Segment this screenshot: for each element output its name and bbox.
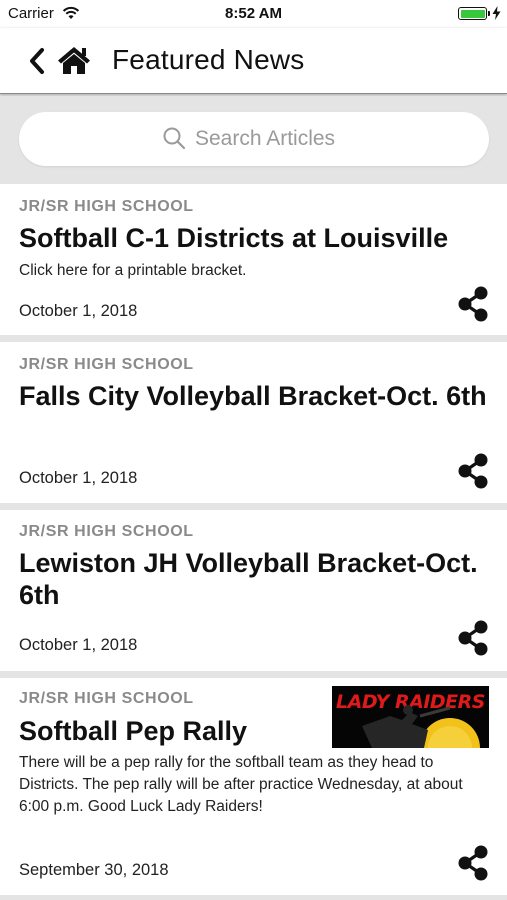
article-date: September 30, 2018	[19, 861, 169, 879]
thumbnail-graphic	[362, 705, 480, 748]
article-card[interactable]: JR/SR HIGH SCHOOL Softball C-1 Districts…	[0, 184, 507, 335]
article-date: October 1, 2018	[19, 469, 138, 487]
article-category: JR/SR HIGH SCHOOL	[19, 356, 194, 373]
article-date: October 1, 2018	[19, 636, 138, 654]
article-thumbnail[interactable]: LADY RAIDERS	[332, 686, 489, 748]
article-category: JR/SR HIGH SCHOOL	[19, 198, 194, 215]
search-section	[0, 96, 507, 184]
share-icon[interactable]	[457, 286, 489, 322]
article-description: There will be a pep rally for the softba…	[19, 754, 463, 815]
article-category: JR/SR HIGH SCHOOL	[19, 523, 194, 540]
page-title: Featured News	[112, 44, 305, 75]
article-description: Click here for a printable bracket.	[19, 262, 247, 279]
battery-level	[460, 9, 485, 18]
chevron-left-icon[interactable]	[26, 46, 48, 76]
bolt-icon	[492, 6, 501, 20]
article-title[interactable]: Softball C-1 Districts at Louisville	[19, 222, 494, 254]
share-icon[interactable]	[457, 453, 489, 489]
article-title[interactable]: Softball Pep Rally	[19, 715, 319, 747]
battery-tip	[488, 11, 490, 16]
article-date: October 1, 2018	[19, 302, 138, 320]
article-category: JR/SR HIGH SCHOOL	[19, 690, 194, 707]
article-card[interactable]: JR/SR HIGH SCHOOL Lewiston JH Volleyball…	[0, 510, 507, 671]
search-icon	[163, 127, 186, 150]
home-icon[interactable]	[56, 44, 92, 76]
status-time: 8:52 AM	[225, 5, 282, 22]
battery-icon	[458, 7, 487, 20]
status-bar: Carrier 8:52 AM	[0, 0, 507, 28]
share-icon[interactable]	[457, 620, 489, 656]
article-card[interactable]: JR/SR HIGH SCHOOL Falls City Volleyball …	[0, 342, 507, 503]
article-card[interactable]: JR/SR HIGH SCHOOL Softball Pep Rally LAD…	[0, 678, 507, 895]
share-icon[interactable]	[457, 845, 489, 881]
article-title[interactable]: Falls City Volleyball Bracket-Oct. 6th	[19, 380, 489, 412]
article-title[interactable]: Lewiston JH Volleyball Bracket-Oct. 6th	[19, 547, 484, 611]
nav-bar: Featured News	[0, 28, 507, 94]
search-bar[interactable]	[19, 112, 489, 166]
search-input[interactable]	[195, 122, 455, 156]
